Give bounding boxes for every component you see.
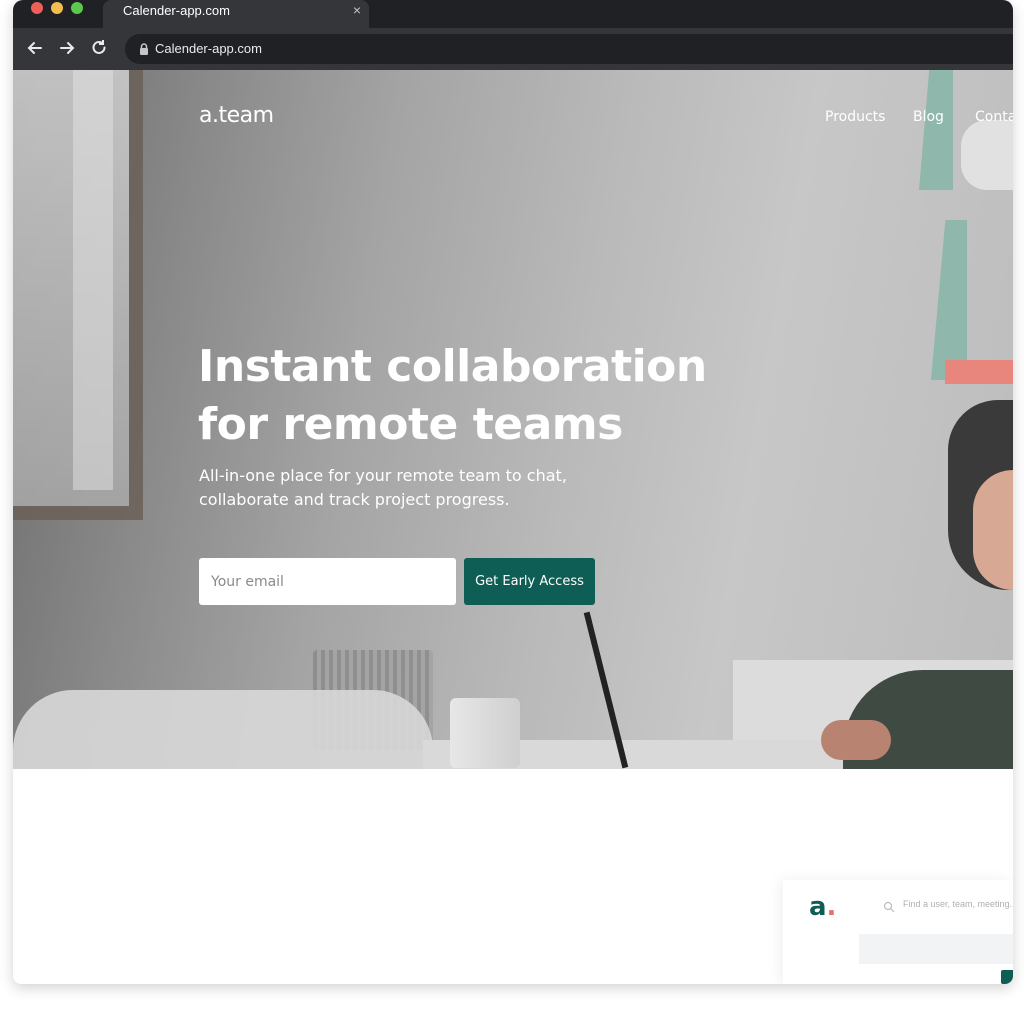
preview-button [1001, 970, 1013, 984]
hero-headline-line2: for remote teams [198, 399, 623, 450]
app-preview: a. Find a user, team, meeting... [783, 880, 1013, 984]
nav-products[interactable]: Products [825, 109, 885, 125]
background-person-face [973, 470, 1013, 590]
background-books [945, 360, 1013, 384]
preview-logo-dot: . [826, 892, 837, 922]
background-cup [450, 698, 520, 768]
background-curtain [73, 70, 113, 490]
tab-calender-app[interactable]: Calender-app.com × [103, 0, 369, 28]
hero-headline: Instant collaboration for remote teams [198, 338, 718, 454]
tab-close-icon[interactable]: × [353, 2, 361, 18]
tab-title: Calender-app.com [123, 3, 230, 18]
browser-window: Calender-app.com × Calender-app.com a.te… [13, 0, 1013, 984]
url-text: Calender-app.com [155, 41, 262, 56]
forward-arrow-icon[interactable] [57, 38, 77, 58]
tab-strip: Calender-app.com × [13, 0, 1013, 28]
address-bar[interactable]: Calender-app.com [125, 34, 1013, 64]
minimize-window-button[interactable] [51, 2, 63, 14]
site-logo-text: a.team [199, 103, 274, 128]
hero-subheadline: All-in-one place for your remote team to… [199, 464, 599, 512]
nav-blog[interactable]: Blog [913, 109, 944, 125]
reload-icon[interactable] [89, 38, 109, 58]
preview-logo-letter: a [809, 892, 827, 922]
maximize-window-button[interactable] [71, 2, 83, 14]
background-chair [13, 690, 433, 769]
browser-toolbar: Calender-app.com [13, 28, 1013, 70]
hero-headline-line1: Instant collaboration [198, 341, 707, 392]
lock-icon [137, 42, 151, 56]
hero-section: a.team Products Blog Contact Instant col… [13, 70, 1013, 769]
hero-subheadline-line1: All-in-one place for your remote team to… [199, 466, 567, 485]
background-clock [961, 120, 1013, 190]
nav-contact[interactable]: Contact [975, 109, 1013, 125]
email-input[interactable] [199, 558, 456, 605]
background-shelf [919, 70, 953, 190]
hero-subheadline-line2: collaborate and track project progress. [199, 490, 510, 509]
site-logo[interactable]: a.team [199, 103, 274, 128]
background-person-hand [821, 720, 891, 760]
back-arrow-icon[interactable] [25, 38, 45, 58]
background-shelf-lower [931, 220, 967, 380]
preview-toolbar [859, 934, 1013, 964]
preview-logo: a. [809, 892, 836, 922]
preview-search-placeholder: Find a user, team, meeting... [903, 899, 1013, 909]
get-early-access-button[interactable]: Get Early Access [464, 558, 595, 605]
close-window-button[interactable] [31, 2, 43, 14]
search-icon [883, 900, 895, 913]
